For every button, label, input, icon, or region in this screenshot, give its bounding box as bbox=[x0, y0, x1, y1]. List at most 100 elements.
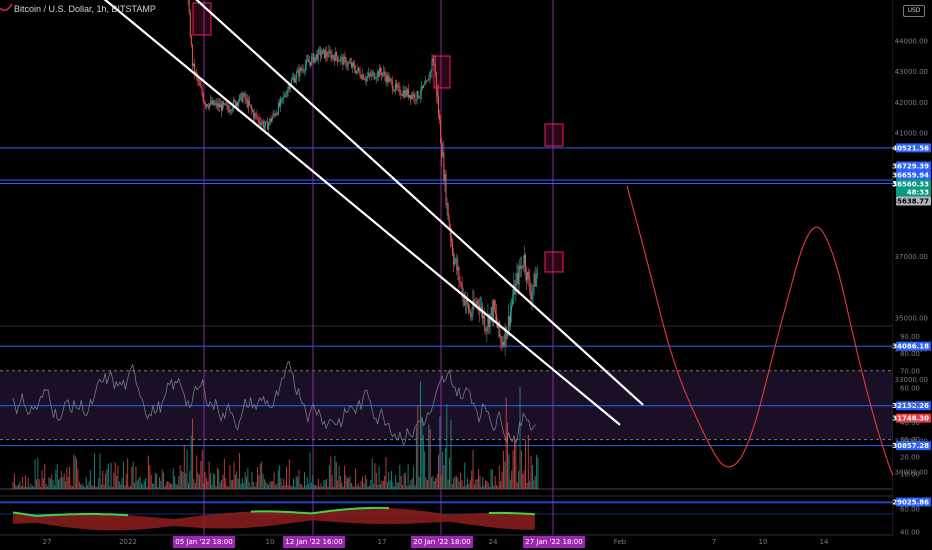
candle-body bbox=[229, 110, 231, 112]
candle-body bbox=[531, 291, 533, 300]
candle-body bbox=[430, 70, 432, 73]
candle-body bbox=[390, 79, 392, 81]
volume-bar bbox=[85, 477, 87, 489]
volume-bar bbox=[82, 485, 84, 489]
volume-bar bbox=[175, 483, 177, 489]
volume-bar bbox=[446, 404, 448, 489]
candle-body bbox=[274, 114, 276, 116]
volume-bar bbox=[69, 466, 71, 489]
volume-bar bbox=[255, 481, 257, 489]
candle-body bbox=[302, 69, 304, 71]
volume-bar bbox=[391, 471, 393, 489]
candle-body bbox=[208, 106, 210, 108]
candle-body bbox=[421, 86, 423, 88]
price-tick-label: 35000.00 bbox=[895, 315, 928, 323]
candle-body bbox=[483, 315, 485, 319]
candle-body bbox=[330, 52, 332, 59]
rsi-tick-label: 20.00 bbox=[900, 453, 920, 461]
candle-body bbox=[445, 174, 447, 205]
volume-bar bbox=[511, 470, 513, 489]
volume-bar bbox=[436, 474, 438, 489]
candle-body bbox=[206, 104, 208, 107]
candle-body bbox=[441, 143, 443, 157]
volume-bar bbox=[438, 454, 440, 489]
volume-bar bbox=[280, 478, 282, 489]
volume-bar bbox=[176, 484, 178, 489]
candle-body bbox=[317, 49, 319, 61]
volume-bar bbox=[508, 454, 510, 489]
candle-body bbox=[350, 62, 352, 68]
candle-body bbox=[477, 300, 479, 305]
highlight-box[interactable] bbox=[433, 55, 451, 89]
candle-body bbox=[205, 104, 207, 106]
volume-bar bbox=[428, 424, 430, 489]
volume-bar bbox=[453, 477, 455, 489]
volume-bar bbox=[443, 464, 445, 489]
trading-chart[interactable]: 44000.0043000.0042000.0041000.0040000.00… bbox=[0, 0, 932, 550]
volume-bar bbox=[493, 485, 495, 489]
volume-bar bbox=[167, 480, 169, 489]
candle-body bbox=[401, 95, 403, 96]
candle-body bbox=[408, 95, 410, 98]
volume-bar bbox=[346, 478, 348, 489]
trendline[interactable] bbox=[13, 0, 621, 426]
candle-body bbox=[368, 73, 370, 77]
highlight-box[interactable] bbox=[544, 123, 564, 147]
volume-bar bbox=[516, 482, 518, 489]
volume-bar bbox=[147, 455, 149, 489]
candle-body bbox=[218, 103, 220, 108]
volume-bar bbox=[223, 458, 225, 489]
osc-tick-label: 40.00 bbox=[900, 529, 920, 537]
volume-bar bbox=[15, 484, 17, 489]
candle-body bbox=[355, 70, 357, 74]
time-tick-label: 17 bbox=[378, 538, 387, 546]
candle-body bbox=[297, 69, 299, 73]
highlight-box[interactable] bbox=[544, 251, 564, 273]
volume-bar bbox=[221, 479, 223, 489]
candle-body bbox=[486, 327, 488, 331]
volume-bar bbox=[127, 458, 129, 489]
volume-bar bbox=[157, 486, 159, 489]
candle-body bbox=[315, 54, 317, 58]
volume-bar bbox=[179, 465, 181, 489]
price-tick-label: 42000.00 bbox=[895, 99, 928, 107]
volume-bar bbox=[201, 449, 203, 489]
volume-bar bbox=[76, 458, 78, 489]
candle-body bbox=[241, 93, 243, 102]
volume-bar bbox=[49, 478, 51, 489]
volume-bar bbox=[163, 472, 165, 489]
volume-bar bbox=[513, 439, 515, 489]
volume-bar bbox=[243, 482, 245, 489]
volume-bar bbox=[42, 478, 44, 489]
volume-bar bbox=[327, 486, 329, 489]
candle-body bbox=[536, 273, 538, 276]
volume-bar bbox=[262, 473, 264, 489]
price-level-tag-label: 36729.39 bbox=[892, 163, 929, 171]
candle-body bbox=[418, 96, 420, 98]
candle-body bbox=[378, 68, 380, 77]
highlight-box[interactable] bbox=[192, 2, 212, 36]
candle-body bbox=[398, 86, 400, 87]
volume-bar bbox=[356, 485, 358, 489]
candle-body bbox=[492, 300, 494, 319]
candle-body bbox=[508, 316, 510, 326]
candle-body bbox=[228, 108, 230, 112]
candle-body bbox=[427, 79, 429, 82]
currency-button[interactable]: USD bbox=[903, 5, 925, 17]
candle-body bbox=[294, 77, 296, 83]
candle-body bbox=[244, 93, 246, 100]
volume-bar bbox=[66, 467, 68, 489]
volume-bar bbox=[73, 454, 75, 489]
candle-body bbox=[243, 93, 245, 96]
price-axis[interactable] bbox=[893, 0, 932, 550]
candle-body bbox=[332, 55, 334, 58]
volume-bar bbox=[132, 461, 134, 489]
volume-bar bbox=[505, 397, 507, 489]
candle-body bbox=[404, 89, 406, 98]
candle-body bbox=[255, 113, 257, 115]
rsi-tick-label: 60.00 bbox=[900, 385, 920, 393]
candle-body bbox=[385, 75, 387, 82]
volume-bar bbox=[501, 471, 503, 489]
candle-body bbox=[334, 52, 336, 61]
volume-bar bbox=[146, 486, 148, 489]
